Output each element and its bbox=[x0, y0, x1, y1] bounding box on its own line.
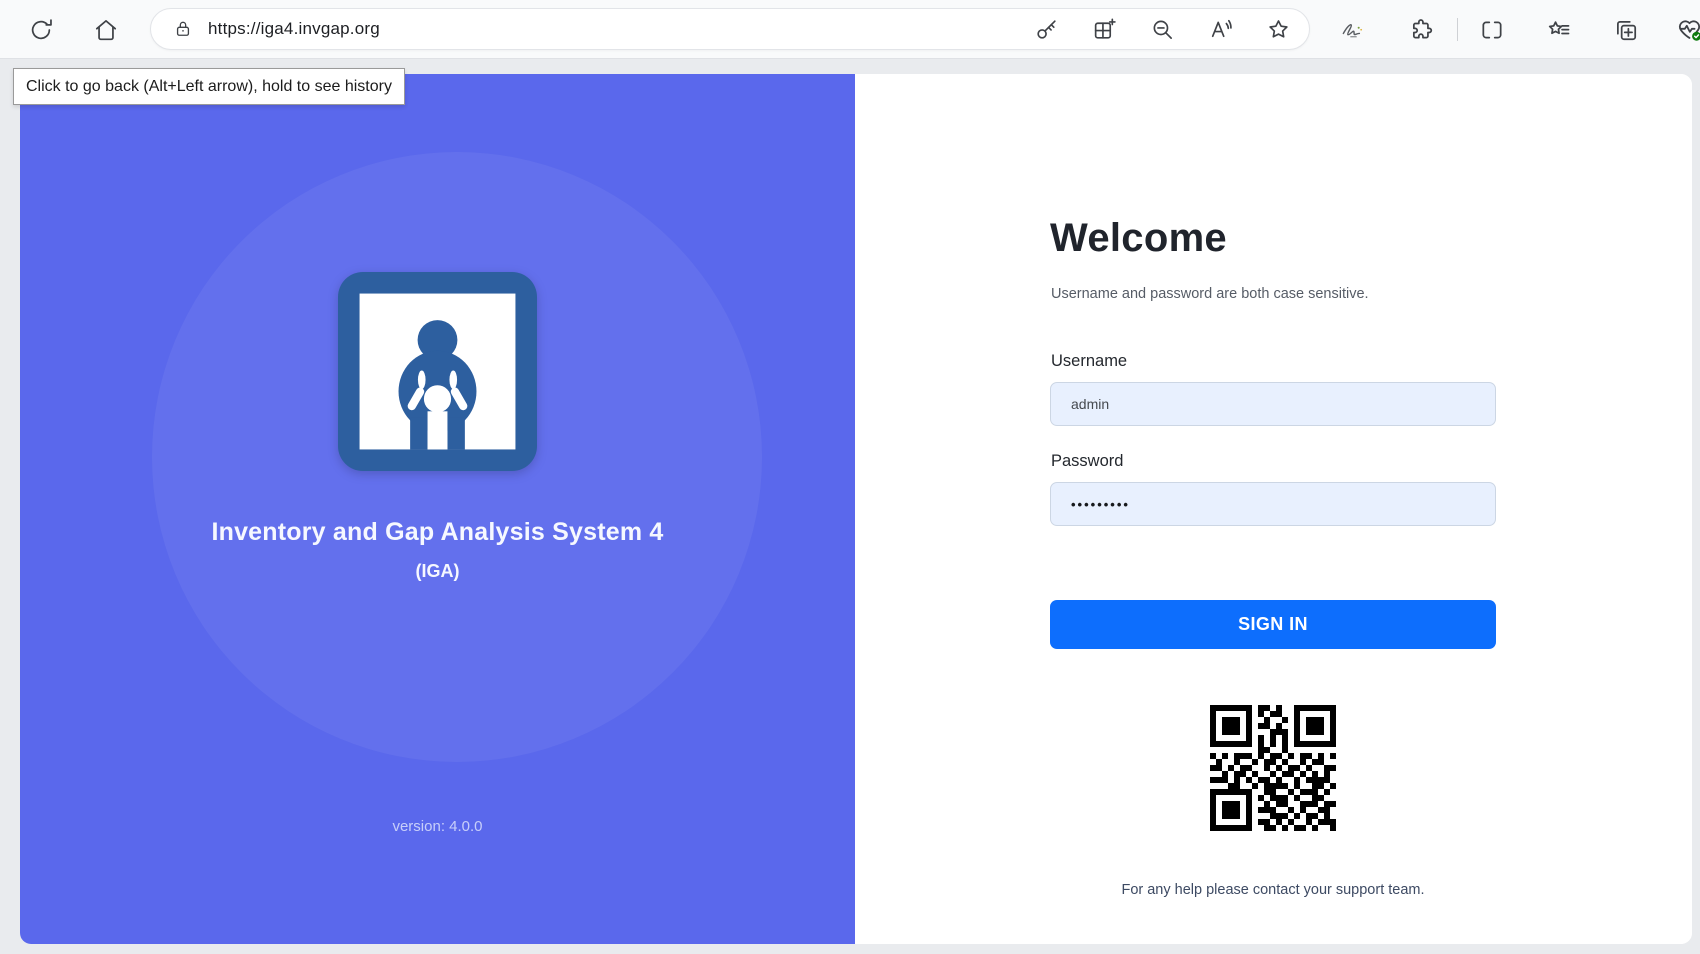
grid-plus-icon[interactable] bbox=[1092, 17, 1117, 42]
password-label: Password bbox=[1051, 452, 1123, 471]
url-text: https://iga4.invgap.org bbox=[208, 19, 380, 39]
collections-icon bbox=[1613, 17, 1639, 43]
case-sensitive-note: Username and password are both case sens… bbox=[1051, 286, 1369, 302]
app-abbreviation: (IGA) bbox=[20, 561, 855, 582]
browser-essentials-icon bbox=[1676, 16, 1700, 43]
extensions-button[interactable] bbox=[1407, 16, 1434, 43]
branding-panel: Inventory and Gap Analysis System 4 (IGA… bbox=[20, 74, 855, 944]
split-screen-button[interactable] bbox=[1478, 16, 1505, 43]
address-bar[interactable]: https://iga4.invgap.org bbox=[150, 8, 1310, 50]
login-panel: Welcome Username and password are both c… bbox=[855, 74, 1692, 944]
reload-icon bbox=[28, 17, 54, 43]
key-icon[interactable] bbox=[1034, 17, 1059, 42]
site-security-lock-icon[interactable] bbox=[173, 19, 193, 39]
browser-toolbar: https://iga4.invgap.org bbox=[0, 0, 1700, 59]
extension-signature-button[interactable] bbox=[1340, 16, 1367, 43]
home-icon bbox=[93, 17, 119, 43]
split-screen-icon bbox=[1479, 17, 1505, 43]
app-title: Inventory and Gap Analysis System 4 bbox=[20, 518, 855, 547]
help-text: For any help please contact your support… bbox=[1050, 882, 1496, 898]
welcome-heading: Welcome bbox=[1050, 216, 1227, 261]
favorites-list-icon bbox=[1546, 17, 1572, 43]
collections-button[interactable] bbox=[1612, 16, 1639, 43]
extensions-puzzle-icon bbox=[1408, 17, 1434, 43]
home-button[interactable] bbox=[89, 13, 123, 47]
username-label: Username bbox=[1051, 352, 1127, 371]
back-tooltip: Click to go back (Alt+Left arrow), hold … bbox=[13, 68, 405, 105]
reload-button[interactable] bbox=[24, 13, 58, 47]
password-input[interactable] bbox=[1050, 482, 1496, 526]
qr-code bbox=[1210, 705, 1336, 831]
parent-child-icon bbox=[338, 272, 537, 471]
favorites-list-button[interactable] bbox=[1545, 16, 1572, 43]
sign-in-button[interactable]: SIGN IN bbox=[1050, 600, 1496, 649]
favorite-star-icon[interactable] bbox=[1266, 17, 1291, 42]
version-text: version: 4.0.0 bbox=[20, 818, 855, 835]
signature-logo-icon bbox=[1340, 16, 1367, 43]
zoom-out-icon[interactable] bbox=[1150, 17, 1175, 42]
read-aloud-icon[interactable] bbox=[1208, 17, 1233, 42]
browser-essentials-button[interactable] bbox=[1676, 16, 1700, 43]
login-form: Welcome Username and password are both c… bbox=[1050, 74, 1496, 944]
username-input[interactable] bbox=[1050, 382, 1496, 426]
app-logo bbox=[338, 272, 537, 471]
page-content: Inventory and Gap Analysis System 4 (IGA… bbox=[20, 74, 1692, 944]
toolbar-divider bbox=[1457, 18, 1458, 41]
